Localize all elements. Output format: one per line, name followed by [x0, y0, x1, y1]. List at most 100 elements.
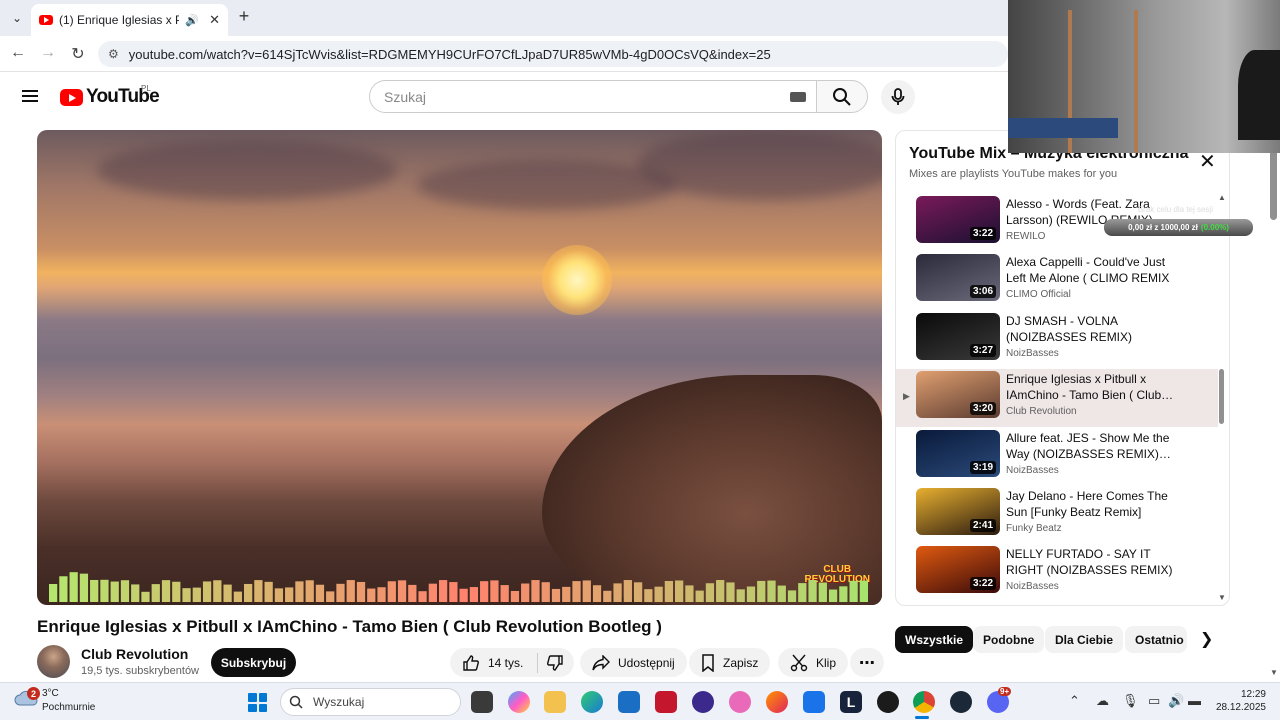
playlist-item[interactable]: 3:06 Alexa Cappelli - Could've Just Left … — [896, 252, 1218, 310]
vpn-shield-icon[interactable] — [692, 691, 714, 713]
playlist-scrollbar[interactable] — [1219, 369, 1224, 424]
playlist-item[interactable]: 3:19 Allure feat. JES - Show Me the Way (… — [896, 428, 1218, 486]
visualizer-bar — [664, 581, 674, 602]
visualizer-bar — [367, 588, 376, 602]
visualizer-bar — [500, 585, 509, 602]
menu-icon[interactable] — [22, 90, 38, 103]
playlist-thumbnail[interactable]: 3:20 — [916, 371, 1000, 419]
visualizer-bar — [356, 581, 366, 602]
voice-search-button[interactable] — [881, 80, 915, 114]
playlist-item[interactable]: 2:41 Jay Delano - Here Comes The Sun [Fun… — [896, 486, 1218, 544]
playlist-thumbnail[interactable]: 2:41 — [916, 488, 1000, 535]
battery-icon[interactable]: ▬ — [1188, 693, 1201, 708]
video-player[interactable]: CLUB REVOLUTION — [37, 130, 882, 605]
save-button[interactable]: Zapisz — [689, 648, 771, 677]
new-tab-button[interactable]: + — [233, 6, 255, 27]
playlist-thumbnail[interactable]: 3:19 — [916, 429, 1000, 477]
clip-button[interactable]: Klip — [778, 648, 849, 677]
settings-flower-icon[interactable] — [729, 691, 751, 713]
visualizer-bar — [798, 583, 807, 602]
playlist-item-channel: CLIMO Official — [1006, 289, 1071, 301]
chip-podobne[interactable]: Podobne — [973, 626, 1045, 653]
volume-icon[interactable]: 🔊 — [1168, 693, 1184, 709]
mcafee-icon[interactable] — [655, 691, 677, 713]
playlist-item[interactable]: ▶ 3:20 Enrique Iglesias x Pitbull x IAmChi… — [896, 369, 1218, 428]
edge-icon[interactable] — [581, 691, 603, 713]
video-title: Enrique Iglesias x Pitbull x IAmChino - … — [37, 617, 662, 636]
search-input[interactable]: Szukaj — [369, 80, 817, 113]
search-icon — [833, 87, 851, 106]
chrome-icon[interactable] — [913, 691, 935, 713]
playlist-item[interactable]: 3:22 NELLY FURTADO - SAY IT RIGHT (NOIZBA… — [896, 544, 1218, 602]
tab-search-chevron-icon[interactable]: ⌄ — [6, 7, 28, 29]
file-explorer-icon[interactable] — [544, 691, 566, 713]
close-tab-icon[interactable]: ✕ — [209, 12, 220, 28]
firefox-icon[interactable] — [766, 691, 788, 713]
show-hidden-icons-chevron-icon[interactable]: ⌃ — [1069, 693, 1080, 709]
playlist-item-title: NELLY FURTADO - SAY IT RIGHT (NOIZBASSES… — [1006, 547, 1173, 578]
playlist-item-title: Allure feat. JES - Show Me the Way (NOIZ… — [1006, 430, 1171, 461]
display-icon[interactable]: ▭ — [1148, 693, 1160, 709]
visualizer-bar — [531, 580, 540, 602]
save-label: Zapisz — [723, 655, 759, 670]
visualizer-bar — [90, 579, 99, 602]
chevron-right-icon[interactable]: ❯ — [1200, 629, 1213, 649]
search-button[interactable] — [816, 80, 868, 113]
playlist-item[interactable]: 3:27 DJ SMASH - VOLNA (NOIZBASSES REMIX) N… — [896, 311, 1218, 369]
more-actions-button[interactable]: ⋯ — [850, 648, 884, 677]
channel-avatar[interactable] — [37, 645, 70, 678]
dislike-button[interactable] — [546, 654, 564, 672]
subscribe-button[interactable]: Subskrybuj — [211, 648, 296, 677]
discord-badge: 9+ — [998, 687, 1012, 696]
back-arrow-icon[interactable]: ← — [8, 44, 28, 62]
obs-icon[interactable] — [877, 691, 899, 713]
playlist-thumbnail[interactable]: 3:22 — [916, 196, 1000, 243]
microphone-tray-icon[interactable]: 🎙 — [1122, 693, 1139, 709]
steam-icon[interactable] — [950, 691, 972, 713]
visualizer-bar — [285, 587, 294, 602]
visualizer-bar — [613, 583, 622, 602]
video-duration: 3:27 — [969, 343, 996, 357]
forward-arrow-icon[interactable]: → — [38, 44, 58, 62]
visualizer-bar — [326, 591, 335, 602]
visualizer-bar — [859, 580, 868, 602]
chip-dla-ciebie[interactable]: Dla Ciebie — [1045, 626, 1124, 653]
microphone-icon — [891, 88, 905, 105]
chip-wszystkie[interactable]: Wszystkie — [895, 626, 974, 653]
playlist-thumbnail[interactable]: 3:06 — [916, 254, 1000, 302]
subscriber-count: 19,5 tys. subskrybentów — [81, 665, 200, 677]
speaker-icon[interactable]: 🔊 — [185, 14, 199, 27]
playlist-item-title: Alexa Cappelli - Could've Just Left Me A… — [1006, 255, 1170, 286]
task-view-icon[interactable] — [471, 691, 493, 713]
system-clock[interactable]: 12:29 28.12.2025 — [1206, 688, 1266, 714]
cloud-sync-icon[interactable]: ☁ — [1096, 693, 1109, 709]
visualizer-bar — [787, 590, 797, 602]
share-button[interactable]: Udostępnij — [580, 648, 687, 677]
weather-description[interactable]: Pochmurnie — [42, 702, 95, 713]
url-field[interactable]: ⚙ youtube.com/watch?v=614SjTcWvis&list=R… — [98, 41, 1008, 67]
taskbar-search-input[interactable]: Wyszukaj — [280, 688, 461, 716]
visualizer-bar — [295, 581, 304, 602]
visualizer-bar — [449, 582, 458, 602]
keyboard-icon[interactable] — [790, 92, 806, 102]
visualizer-bar — [839, 586, 848, 602]
taskbar-search-placeholder: Wyszukaj — [313, 695, 365, 709]
browser-tab[interactable]: (1) Enrique Iglesias x Pitbull 🔊 ✕ — [31, 4, 228, 36]
channel-name[interactable]: Club Revolution — [81, 646, 188, 662]
page-scroll-down-icon[interactable]: ▼ — [1270, 668, 1278, 677]
mail-icon[interactable] — [803, 691, 825, 713]
reload-icon[interactable]: ↻ — [68, 44, 88, 64]
store-icon[interactable] — [618, 691, 640, 713]
playlist-thumbnail[interactable]: 3:22 — [916, 546, 1000, 594]
chip-ostatnio[interactable]: Ostatnio — [1125, 626, 1187, 653]
site-info-icon[interactable]: ⚙ — [108, 47, 119, 61]
like-button[interactable]: 14 tys. — [462, 654, 523, 672]
scroll-up-arrow-icon[interactable]: ▲ — [1218, 193, 1226, 202]
weather-temperature[interactable]: 3°C — [42, 688, 59, 699]
copilot-icon[interactable] — [508, 691, 530, 713]
visualizer-bar — [490, 580, 499, 602]
launcher-l-icon[interactable]: L — [840, 691, 862, 713]
windows-start-icon[interactable] — [248, 693, 267, 712]
scroll-down-arrow-icon[interactable]: ▼ — [1218, 593, 1226, 602]
playlist-thumbnail[interactable]: 3:27 — [916, 312, 1000, 360]
